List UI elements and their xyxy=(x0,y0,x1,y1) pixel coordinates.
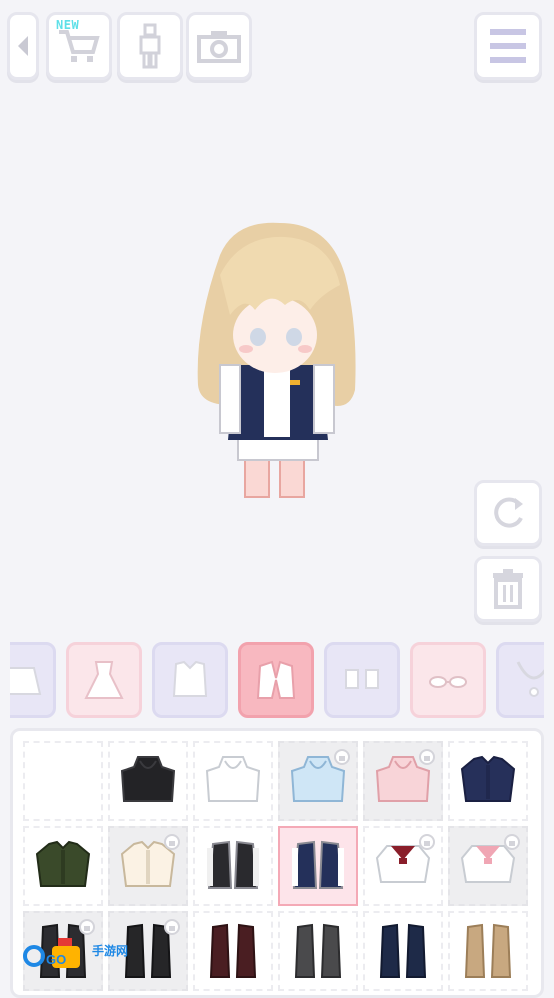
avatar-character xyxy=(197,222,356,498)
navy-long-coat-icon xyxy=(379,923,427,978)
lock-icon xyxy=(334,749,350,765)
category-tab[interactable] xyxy=(10,642,56,718)
rotate-icon xyxy=(494,497,523,528)
item-cell-pink-hoodie[interactable] xyxy=(363,741,443,821)
category-tab[interactable] xyxy=(410,642,486,718)
item-cell-sailor-top-pink[interactable] xyxy=(448,826,528,906)
navy-varsity-jacket-icon xyxy=(292,840,344,889)
white-hoodie-icon xyxy=(205,756,261,802)
item-cell-grey-long-coat[interactable] xyxy=(278,911,358,991)
menu-button[interactable] xyxy=(474,12,542,80)
item-cell-tan-long-coat[interactable] xyxy=(448,911,528,991)
category-tab[interactable] xyxy=(324,642,400,718)
category-tab[interactable] xyxy=(66,642,142,718)
top-icon xyxy=(172,660,208,697)
item-cell-cream-cardigan[interactable] xyxy=(108,826,188,906)
item-cell-black-open-jacket[interactable] xyxy=(193,826,273,906)
category-tab[interactable] xyxy=(152,642,228,718)
hamburger-menu-icon xyxy=(490,29,526,63)
necklace-icon xyxy=(516,661,544,697)
socks-icon xyxy=(345,669,379,689)
trash-icon xyxy=(493,569,523,609)
brand-logo-icon: GO xyxy=(23,938,80,968)
item-cell-empty-slot[interactable] xyxy=(23,741,103,821)
item-cell-navy-sweater[interactable] xyxy=(448,741,528,821)
lock-icon xyxy=(419,834,435,850)
body-button[interactable] xyxy=(117,12,183,80)
camera-button[interactable] xyxy=(186,12,252,80)
item-cell-olive-cardigan[interactable] xyxy=(23,826,103,906)
camera-icon xyxy=(197,31,241,63)
glasses-icon xyxy=(429,676,467,688)
lock-icon xyxy=(164,834,180,850)
black-open-jacket-icon xyxy=(207,840,259,889)
item-cell-light-blue-hoodie[interactable] xyxy=(278,741,358,821)
skirt-icon xyxy=(10,667,42,695)
item-cell-black-hoodie[interactable] xyxy=(108,741,188,821)
lock-icon xyxy=(164,919,180,935)
burgundy-long-coat-icon xyxy=(209,923,257,978)
navy-sweater-icon xyxy=(460,755,516,802)
category-tab[interactable] xyxy=(238,642,314,718)
watermark-logo: GO 手游网 xyxy=(22,930,128,970)
dress-icon xyxy=(84,661,124,699)
tan-long-coat-icon xyxy=(464,923,512,978)
rotate-button[interactable] xyxy=(474,480,542,546)
chevron-left-icon xyxy=(18,36,28,56)
new-badge: NEW xyxy=(56,18,80,32)
shopping-cart-icon xyxy=(59,30,100,62)
item-cell-navy-varsity-jacket[interactable] xyxy=(278,826,358,906)
trash-button[interactable] xyxy=(474,556,542,622)
olive-cardigan-icon xyxy=(35,840,91,887)
jacket-icon xyxy=(256,660,296,699)
body-silhouette-icon xyxy=(139,23,161,69)
item-cell-navy-long-coat[interactable] xyxy=(363,911,443,991)
empty-slot-icon xyxy=(33,753,93,809)
back-button[interactable] xyxy=(7,12,39,80)
item-cell-white-hoodie[interactable] xyxy=(193,741,273,821)
category-strip xyxy=(10,640,544,722)
black-hoodie-icon xyxy=(120,756,176,802)
svg-text:GO: GO xyxy=(46,952,66,967)
lock-icon xyxy=(419,749,435,765)
category-tab[interactable] xyxy=(496,642,544,718)
lock-icon xyxy=(504,834,520,850)
watermark-text: 手游网 xyxy=(92,943,129,958)
grey-long-coat-icon xyxy=(294,923,342,978)
item-cell-sailor-top-red[interactable] xyxy=(363,826,443,906)
item-cell-burgundy-long-coat[interactable] xyxy=(193,911,273,991)
